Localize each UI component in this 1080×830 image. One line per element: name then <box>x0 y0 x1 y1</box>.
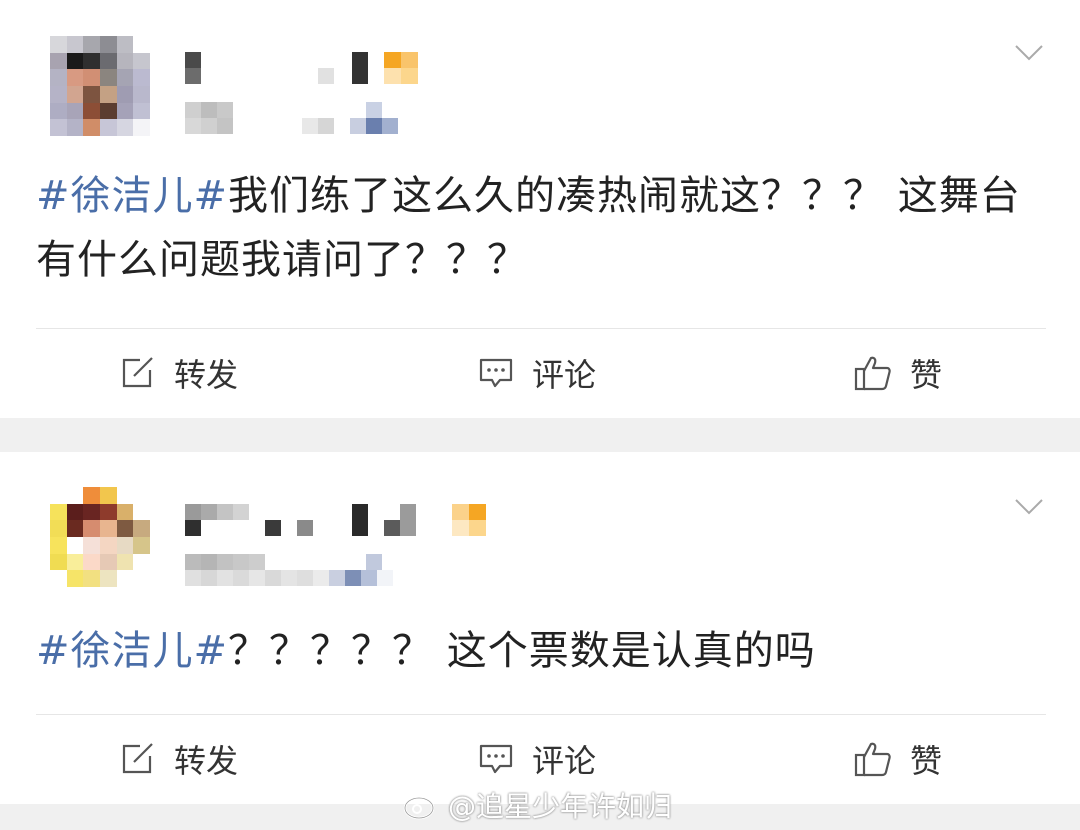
post-text: #徐洁儿#我们练了这么久的凑热闹就这？？？ 这舞台有什么问题我请问了？？？ <box>36 164 1046 292</box>
post-meta-blurred <box>185 102 233 118</box>
username-blurred-3 <box>318 68 334 84</box>
topic-link[interactable]: #徐洁儿# <box>36 628 228 674</box>
username-blurred-2 <box>185 520 313 536</box>
post-body: ？？？？？ 这个票数是认真的吗 <box>228 628 816 674</box>
vip-badge-2 <box>384 68 418 84</box>
avatar[interactable] <box>50 36 150 136</box>
forward-button[interactable]: 转发 <box>120 724 238 794</box>
action-bar: 转发 评论 赞 <box>0 338 1080 408</box>
vip-badge <box>384 52 418 68</box>
watermark: @追星少年许如归 <box>402 785 672 825</box>
comment-button[interactable]: 评论 <box>478 724 596 794</box>
post-meta-blurred-3 <box>302 118 398 134</box>
comment-label: 评论 <box>532 742 597 780</box>
post-meta-blurred-4 <box>366 102 382 118</box>
share-edit-icon <box>122 743 153 774</box>
forward-button[interactable]: 转发 <box>120 338 238 408</box>
like-button[interactable]: 赞 <box>854 338 942 408</box>
watermark-text: @追星少年许如归 <box>448 790 673 823</box>
action-bar: 转发 评论 赞 <box>0 724 1080 794</box>
comment-bubble-icon <box>479 358 513 388</box>
topic-link[interactable]: #徐洁儿# <box>36 173 228 219</box>
username-blurred-2 <box>185 68 201 84</box>
forward-label: 转发 <box>174 742 239 780</box>
like-button[interactable]: 赞 <box>854 724 942 794</box>
divider <box>36 328 1046 329</box>
comment-button[interactable]: 评论 <box>478 338 596 408</box>
post-card: #徐洁儿#我们练了这么久的凑热闹就这？？？ 这舞台有什么问题我请问了？？？ 转发… <box>0 0 1080 418</box>
forward-label: 转发 <box>174 356 239 394</box>
username-blurred[interactable] <box>185 504 249 520</box>
post-card: #徐洁儿#？？？？？ 这个票数是认真的吗 转发 评论 赞 <box>0 452 1080 804</box>
weibo-logo-icon <box>403 792 441 820</box>
comment-bubble-icon <box>479 744 513 774</box>
like-label: 赞 <box>910 742 943 780</box>
username-blurred[interactable] <box>185 52 201 68</box>
post-meta-blurred <box>185 554 265 570</box>
share-edit-icon <box>122 357 153 388</box>
post-meta-blurred-2 <box>185 570 393 586</box>
post-meta-blurred-2 <box>185 118 233 134</box>
thumbs-up-icon <box>854 356 891 391</box>
username-blurred-4 <box>352 52 368 84</box>
comment-label: 评论 <box>532 356 597 394</box>
chevron-down-icon[interactable] <box>1014 44 1044 62</box>
post-text: #徐洁儿#？？？？？ 这个票数是认真的吗 <box>36 619 1046 683</box>
vip-badge-2 <box>452 520 486 536</box>
divider <box>36 714 1046 715</box>
username-blurred-4 <box>384 520 400 536</box>
post-meta-blurred-3 <box>366 554 382 570</box>
like-label: 赞 <box>910 356 943 394</box>
vip-badge <box>452 504 486 520</box>
avatar[interactable] <box>50 487 150 587</box>
thumbs-up-icon <box>854 742 891 777</box>
chevron-down-icon[interactable] <box>1014 498 1044 516</box>
